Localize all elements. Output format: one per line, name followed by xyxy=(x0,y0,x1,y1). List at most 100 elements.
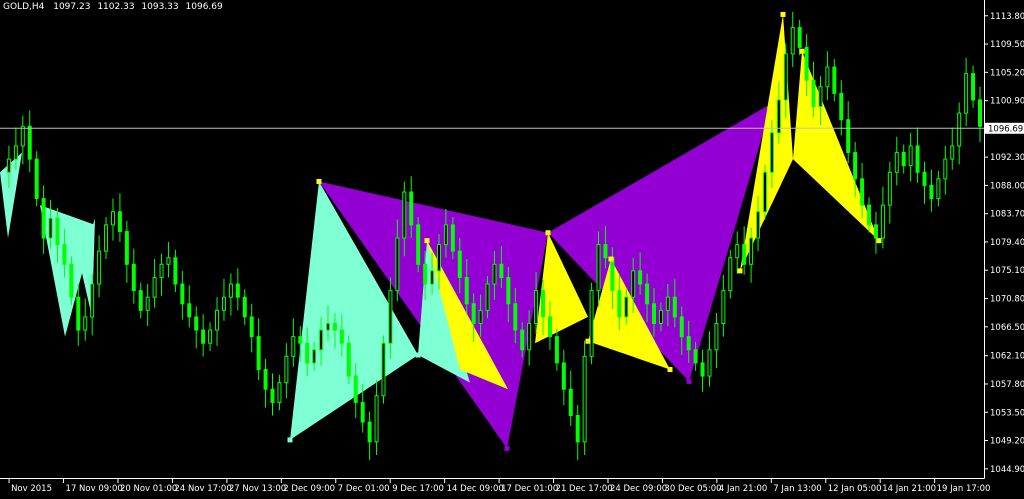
candle-body xyxy=(34,158,39,200)
price-tick-label: 1092.30 xyxy=(990,153,1024,163)
candle-body xyxy=(901,152,906,167)
candle-body xyxy=(277,382,282,403)
candle-body xyxy=(534,290,539,324)
candle-body xyxy=(624,296,629,318)
high-value: 1102.33 xyxy=(97,2,134,12)
candle-body xyxy=(804,46,809,81)
candle-body xyxy=(312,349,317,364)
price-tick-label: 1062.10 xyxy=(990,352,1024,362)
candle-body xyxy=(409,191,414,226)
pivot-marker xyxy=(780,11,786,17)
candle-body xyxy=(97,250,102,285)
candle-body xyxy=(235,283,240,298)
time-tick-label: 24 Nov 17:00 xyxy=(174,484,231,494)
time-tick-label: 20 Nov 01:00 xyxy=(120,484,177,494)
candle-body xyxy=(936,178,941,200)
time-tick-label: 19 Jan 17:00 xyxy=(937,484,991,494)
low-value: 1093.33 xyxy=(141,2,178,12)
candle-body xyxy=(187,303,192,318)
pivot-marker xyxy=(287,437,293,443)
price-tick-label: 1105.20 xyxy=(990,68,1024,78)
candle-body xyxy=(478,309,483,324)
candle-body xyxy=(762,171,767,213)
chart-area[interactable]: 1113.80 1109.50 1105.20 1100.90 1092.30 1088.… xyxy=(0,0,1024,495)
price-tick-label: 1083.70 xyxy=(990,210,1024,220)
candle-body xyxy=(617,290,622,318)
time-tick-label: 4 Jan 21:00 xyxy=(719,484,767,494)
candle-body xyxy=(971,73,976,101)
candle-body xyxy=(957,112,962,147)
candle-body xyxy=(457,250,462,278)
candle-body xyxy=(62,244,67,265)
candle-body xyxy=(416,224,421,265)
candle-body xyxy=(249,316,254,338)
candle-body xyxy=(686,336,691,351)
candle-body xyxy=(908,145,913,167)
candle-body xyxy=(20,125,25,147)
pivot-marker xyxy=(316,178,322,184)
candle-body xyxy=(589,290,594,357)
candle-body xyxy=(124,230,129,265)
candle-body xyxy=(769,132,774,173)
candle-body xyxy=(867,204,872,226)
time-tick-label: 7 Dec 01:00 xyxy=(338,484,390,494)
time-tick-label: 17 Dec 01:00 xyxy=(501,484,558,494)
candle-body xyxy=(305,342,310,364)
candle-body xyxy=(436,244,441,272)
svg-text:GOLD,H4 1097.23: GOLD,H4 1097.23 1102.33 1093.33 1096.69 xyxy=(3,2,223,12)
candle-body xyxy=(547,316,552,338)
candle-body xyxy=(950,145,955,160)
pivot-marker xyxy=(686,378,692,384)
candle-body xyxy=(388,290,393,344)
candle-body xyxy=(873,224,878,239)
pivot-marker xyxy=(545,230,551,236)
candle-body xyxy=(319,329,324,351)
symbol-header: GOLD,H4 1097.23 1102.33 1093.33 1096.69 xyxy=(3,2,223,12)
current-price-label: 1096.69 xyxy=(988,124,1023,134)
candle-body xyxy=(346,342,351,377)
candle-body xyxy=(256,336,261,371)
candle-body xyxy=(513,303,518,331)
candle-body xyxy=(173,257,178,285)
candle-body xyxy=(860,178,865,206)
candle-body xyxy=(221,296,226,311)
candle-body xyxy=(298,336,303,344)
pivot-marker xyxy=(799,48,805,54)
open-value: 1097.23 xyxy=(53,2,90,12)
candle-body xyxy=(714,322,719,351)
price-chart[interactable]: 1113.80 1109.50 1105.20 1100.90 1092.30 1088.… xyxy=(0,0,1024,495)
price-tick-label: 1049.20 xyxy=(990,437,1024,447)
candle-body xyxy=(749,237,754,265)
candle-body xyxy=(658,309,663,324)
candle-body xyxy=(978,99,982,127)
time-tick-label: 17 Nov 09:00 xyxy=(66,484,123,494)
candle-body xyxy=(166,257,171,265)
time-tick-label: 9 Dec 17:00 xyxy=(392,484,444,494)
candle-body xyxy=(693,349,698,364)
candle-body xyxy=(138,290,143,311)
time-tick-label: 24 Dec 09:00 xyxy=(610,484,667,494)
candle-body xyxy=(672,296,677,318)
candle-body xyxy=(76,296,81,331)
candle-body xyxy=(201,329,206,344)
candle-body xyxy=(520,329,525,351)
candle-body xyxy=(603,244,608,259)
pivot-marker xyxy=(585,338,591,344)
candle-body xyxy=(215,309,220,331)
pivot-marker xyxy=(424,238,430,244)
pivot-marker xyxy=(737,268,743,274)
close-value: 1096.69 xyxy=(186,2,223,12)
candle-body xyxy=(284,355,289,384)
candle-body xyxy=(117,211,122,232)
time-tick-label: 27 Nov 13:00 xyxy=(229,484,286,494)
candle-body xyxy=(728,257,733,292)
candle-body xyxy=(263,369,268,390)
candle-body xyxy=(69,263,74,298)
candle-body xyxy=(443,224,448,246)
time-tick-label: 7 Jan 13:00 xyxy=(773,484,821,494)
candle-body xyxy=(915,145,920,173)
price-tick-label: 1088.00 xyxy=(990,181,1024,191)
pivot-marker xyxy=(608,256,614,262)
price-tick-label: 1070.80 xyxy=(990,295,1024,305)
current-price-tag: 1096.69 xyxy=(985,122,1024,134)
